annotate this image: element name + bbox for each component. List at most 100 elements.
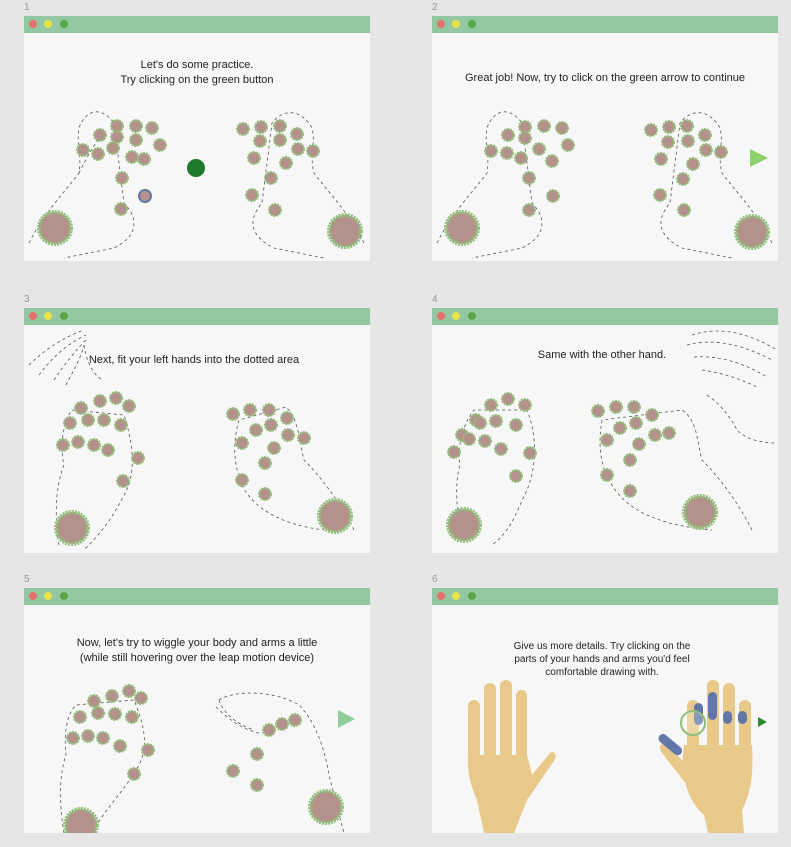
finger-marker[interactable] <box>555 121 569 135</box>
finger-marker[interactable] <box>250 747 264 761</box>
maximize-icon[interactable] <box>468 20 476 28</box>
finger-marker[interactable] <box>101 443 115 457</box>
finger-marker[interactable] <box>288 713 302 727</box>
finger-marker[interactable] <box>236 122 250 136</box>
minimize-icon[interactable] <box>44 312 52 320</box>
finger-marker[interactable] <box>235 473 249 487</box>
minimize-icon[interactable] <box>452 312 460 320</box>
finger-marker[interactable] <box>478 434 492 448</box>
finger-marker[interactable] <box>264 418 278 432</box>
finger-marker[interactable] <box>96 731 110 745</box>
finger-marker[interactable] <box>114 202 128 216</box>
finger-marker[interactable] <box>676 172 690 186</box>
minimize-icon[interactable] <box>44 592 52 600</box>
finger-marker[interactable] <box>63 416 77 430</box>
finger-marker[interactable] <box>76 143 90 157</box>
finger-marker[interactable] <box>245 188 259 202</box>
minimize-icon[interactable] <box>452 20 460 28</box>
finger-marker[interactable] <box>262 403 276 417</box>
finger-marker[interactable] <box>254 120 268 134</box>
maximize-icon[interactable] <box>468 592 476 600</box>
close-icon[interactable] <box>437 20 445 28</box>
finger-marker[interactable] <box>306 144 320 158</box>
finger-marker[interactable] <box>56 438 70 452</box>
maximize-icon[interactable] <box>60 312 68 320</box>
finger-marker[interactable] <box>662 120 676 134</box>
finger-marker[interactable] <box>509 418 523 432</box>
finger-marker[interactable] <box>681 134 695 148</box>
finger-marker[interactable] <box>522 203 536 217</box>
finger-marker[interactable] <box>546 189 560 203</box>
close-icon[interactable] <box>437 592 445 600</box>
finger-marker[interactable] <box>253 134 267 148</box>
finger-marker[interactable] <box>609 400 623 414</box>
finger-marker[interactable] <box>73 710 87 724</box>
palm-marker[interactable] <box>308 789 344 825</box>
finger-marker[interactable] <box>91 706 105 720</box>
finger-marker[interactable] <box>127 767 141 781</box>
finger-marker[interactable] <box>105 689 119 703</box>
finger-marker[interactable] <box>518 131 532 145</box>
palm-marker[interactable] <box>317 498 353 534</box>
close-icon[interactable] <box>29 312 37 320</box>
palm-marker[interactable] <box>63 807 99 833</box>
finger-marker[interactable] <box>653 188 667 202</box>
finger-marker[interactable] <box>279 156 293 170</box>
finger-marker[interactable] <box>514 151 528 165</box>
finger-marker[interactable] <box>509 469 523 483</box>
close-icon[interactable] <box>29 592 37 600</box>
finger-marker[interactable] <box>125 150 139 164</box>
finger-marker[interactable] <box>627 400 641 414</box>
finger-marker[interactable] <box>264 171 278 185</box>
finger-marker[interactable] <box>74 401 88 415</box>
finger-marker[interactable] <box>654 152 668 166</box>
finger-marker[interactable] <box>623 453 637 467</box>
finger-marker[interactable] <box>129 119 143 133</box>
finger-marker[interactable] <box>249 423 263 437</box>
finger-marker[interactable] <box>268 203 282 217</box>
finger-marker[interactable] <box>494 442 508 456</box>
selected-finger-segment[interactable] <box>708 692 717 720</box>
finger-marker[interactable] <box>518 398 532 412</box>
finger-marker[interactable] <box>258 456 272 470</box>
finger-marker[interactable] <box>291 142 305 156</box>
palm-marker[interactable] <box>734 214 770 250</box>
finger-marker[interactable] <box>235 436 249 450</box>
finger-marker[interactable] <box>677 203 691 217</box>
finger-marker[interactable] <box>109 391 123 405</box>
finger-marker[interactable] <box>66 731 80 745</box>
finger-marker[interactable] <box>141 743 155 757</box>
palm-marker[interactable] <box>37 210 73 246</box>
finger-marker[interactable] <box>93 128 107 142</box>
palm-marker[interactable] <box>682 494 718 530</box>
finger-marker[interactable] <box>644 123 658 137</box>
finger-marker[interactable] <box>600 468 614 482</box>
finger-marker[interactable] <box>71 435 85 449</box>
selected-marker[interactable] <box>138 189 152 203</box>
finger-marker[interactable] <box>258 487 272 501</box>
finger-marker[interactable] <box>122 399 136 413</box>
finger-marker[interactable] <box>447 445 461 459</box>
finger-marker[interactable] <box>613 421 627 435</box>
palm-marker[interactable] <box>327 213 363 249</box>
finger-marker[interactable] <box>698 128 712 142</box>
finger-marker[interactable] <box>262 723 276 737</box>
palm-marker[interactable] <box>54 510 90 546</box>
finger-marker[interactable] <box>561 138 575 152</box>
finger-marker[interactable] <box>473 416 487 430</box>
finger-marker[interactable] <box>114 418 128 432</box>
finger-marker[interactable] <box>81 413 95 427</box>
finger-marker[interactable] <box>523 446 537 460</box>
finger-marker[interactable] <box>462 432 476 446</box>
finger-marker[interactable] <box>714 145 728 159</box>
finger-marker[interactable] <box>250 778 264 792</box>
finger-marker[interactable] <box>600 433 614 447</box>
finger-marker[interactable] <box>484 398 498 412</box>
finger-marker[interactable] <box>629 416 643 430</box>
finger-marker[interactable] <box>699 143 713 157</box>
finger-marker[interactable] <box>273 119 287 133</box>
finger-marker[interactable] <box>129 133 143 147</box>
finger-marker[interactable] <box>645 408 659 422</box>
finger-marker[interactable] <box>501 392 515 406</box>
triangle-right-icon[interactable] <box>750 149 768 167</box>
